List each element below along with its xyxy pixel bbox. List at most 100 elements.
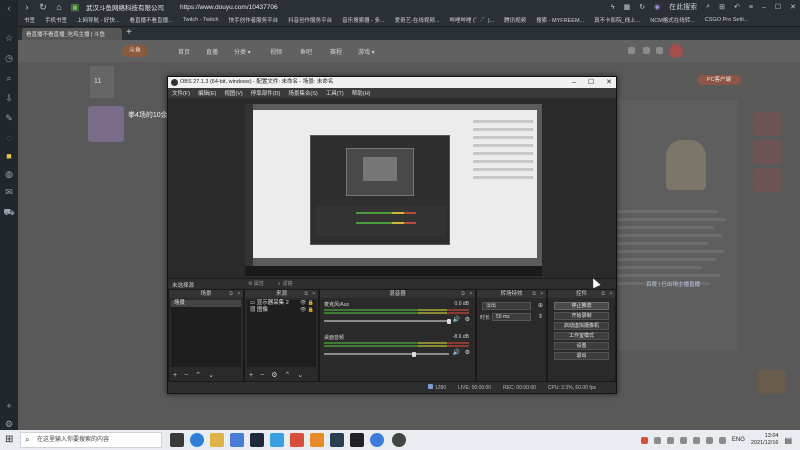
close-icon[interactable]: ✕: [540, 290, 544, 298]
browser-app-icon[interactable]: [330, 433, 344, 447]
source-item[interactable]: ▭ 显示器采集 2 👁 🔒: [247, 300, 316, 307]
new-tab-icon[interactable]: +: [126, 27, 132, 39]
minimize-icon[interactable]: –: [572, 77, 576, 88]
move-down-icon[interactable]: ⌄: [297, 371, 303, 379]
event-badge[interactable]: [753, 140, 781, 164]
bookmark-item[interactable]: 看直播不看直播...: [130, 16, 173, 24]
close-icon[interactable]: ✕: [469, 290, 473, 298]
close-icon[interactable]: ✕: [606, 77, 612, 88]
favorites-app-icon[interactable]: ■: [3, 150, 15, 162]
visibility-lock-icons[interactable]: 👁 🔒: [300, 300, 314, 307]
close-icon[interactable]: ✕: [312, 290, 316, 298]
properties-button[interactable]: ⚙ 属性: [248, 280, 264, 287]
home-icon[interactable]: ⌂: [54, 2, 64, 12]
grid-icon[interactable]: ▦: [624, 3, 631, 11]
remove-icon[interactable]: −: [260, 372, 264, 379]
undo-icon[interactable]: ↶: [734, 3, 740, 11]
url-input[interactable]: https://www.douyu.com/10437706: [180, 4, 278, 11]
nav-category[interactable]: 分类 ▾: [234, 47, 251, 56]
bookmark-item[interactable]: 真不卡影院_线上...: [594, 16, 640, 24]
nav-live[interactable]: 直播: [206, 47, 218, 56]
nav-video[interactable]: 视频: [270, 47, 282, 56]
search-engine-icon[interactable]: ◉: [654, 3, 660, 11]
bookmark-item[interactable]: 上网导航 - 好快...: [77, 16, 119, 24]
menu-scene-collection[interactable]: 场景集合(S): [288, 89, 317, 97]
tray-app-icon[interactable]: [640, 436, 648, 444]
settings-icon[interactable]: ⚙: [3, 418, 15, 430]
tray-app-icon[interactable]: [679, 436, 687, 444]
visibility-lock-icons[interactable]: 👁 🔒: [300, 307, 314, 314]
maximize-icon[interactable]: ☐: [588, 77, 594, 88]
float-icon[interactable]: ⧉: [461, 290, 465, 298]
obs-taskbar-icon[interactable]: [392, 433, 406, 447]
mail-icon[interactable]: ✉: [3, 186, 15, 198]
close-icon[interactable]: ✕: [609, 290, 613, 298]
close-icon[interactable]: ✕: [790, 3, 796, 11]
nav-games[interactable]: 游戏 ▾: [358, 47, 375, 56]
menu-edit[interactable]: 编辑(E): [198, 89, 216, 97]
remove-icon[interactable]: −: [184, 372, 188, 379]
move-up-icon[interactable]: ⌃: [284, 371, 290, 379]
stop-streaming-button[interactable]: 停止推流: [554, 302, 609, 310]
edge-icon[interactable]: [190, 433, 204, 447]
volume-slider[interactable]: [324, 318, 451, 324]
menu-help[interactable]: 帮助(H): [352, 89, 371, 97]
gear-icon[interactable]: ⚙: [465, 349, 470, 356]
menu-docks[interactable]: 停靠部件(D): [251, 89, 281, 97]
preview-canvas[interactable]: [245, 104, 542, 276]
back-icon[interactable]: ‹: [3, 2, 15, 14]
promo-badge[interactable]: [758, 370, 786, 394]
minimize-icon[interactable]: –: [762, 4, 766, 11]
game-launcher-icon[interactable]: [310, 433, 324, 447]
nav-schedule[interactable]: 赛程: [330, 47, 342, 56]
tray-app-icon[interactable]: [692, 436, 700, 444]
transition-select[interactable]: 淡出: [482, 302, 531, 310]
speaker-icon[interactable]: 🔊: [453, 316, 460, 323]
search-icon[interactable]: ⌕: [3, 72, 15, 84]
nav-home[interactable]: 首页: [178, 47, 190, 56]
float-icon[interactable]: ⧉: [601, 290, 605, 298]
exit-button[interactable]: 退出: [554, 352, 609, 360]
extensions-icon[interactable]: ⊞: [719, 3, 725, 11]
streamer-avatar[interactable]: [88, 106, 124, 142]
float-icon[interactable]: ⧉: [229, 290, 233, 298]
search-box[interactable]: 在此搜索: [669, 2, 697, 12]
add-icon[interactable]: +: [173, 372, 177, 379]
store-icon[interactable]: [230, 433, 244, 447]
volume-slider-knob[interactable]: [412, 351, 416, 357]
menu-file[interactable]: 文件(F): [172, 89, 190, 97]
bookmark-item[interactable]: 抖音创作服务平台: [288, 16, 332, 24]
bookmark-item[interactable]: Twitch - Twitch: [183, 17, 219, 23]
clock[interactable]: 13:04 2021/12/16: [751, 433, 779, 447]
notification-icon[interactable]: ▤: [784, 436, 792, 445]
cart-icon[interactable]: ⛟: [3, 206, 15, 218]
studio-mode-button[interactable]: 工作室模式: [554, 332, 609, 340]
maximize-icon[interactable]: ☐: [775, 3, 781, 11]
add-icon[interactable]: +: [3, 400, 15, 412]
history-icon[interactable]: [628, 47, 635, 54]
duration-stepper-icon[interactable]: ⇕: [538, 313, 543, 320]
menu-tools[interactable]: 工具(T): [326, 89, 344, 97]
volume-slider-knob[interactable]: [447, 318, 451, 324]
star-icon[interactable]: ☆: [3, 32, 15, 44]
start-virtual-camera-button[interactable]: 启动虚拟摄像机: [554, 322, 609, 330]
settings-button[interactable]: 设置: [554, 342, 609, 350]
history-icon[interactable]: ◷: [3, 52, 15, 64]
move-up-icon[interactable]: ⌃: [195, 371, 201, 379]
menu-view[interactable]: 视图(V): [224, 89, 242, 97]
bookmark-item[interactable]: 快手创作者服务平台: [229, 16, 279, 24]
bookmark-item[interactable]: 搜索 - MYFREEM...: [536, 16, 584, 24]
duration-input[interactable]: 50 ms: [492, 313, 531, 321]
chat-icon[interactable]: ◌: [3, 132, 15, 144]
menu-icon[interactable]: ≡: [749, 4, 753, 11]
user-avatar[interactable]: [669, 44, 683, 58]
tray-app-icon[interactable]: [666, 436, 674, 444]
epic-games-icon[interactable]: [350, 433, 364, 447]
note-icon[interactable]: ✎: [3, 112, 15, 124]
add-icon[interactable]: +: [249, 372, 253, 379]
float-icon[interactable]: ⧉: [532, 290, 536, 298]
event-badge[interactable]: [753, 112, 781, 136]
bookmark-item[interactable]: 爱奇艺-在线视频...: [395, 16, 440, 24]
bookmark-item[interactable]: 哔哩哔哩 (゜-゜)...: [450, 16, 495, 24]
volume-icon[interactable]: [718, 436, 726, 444]
